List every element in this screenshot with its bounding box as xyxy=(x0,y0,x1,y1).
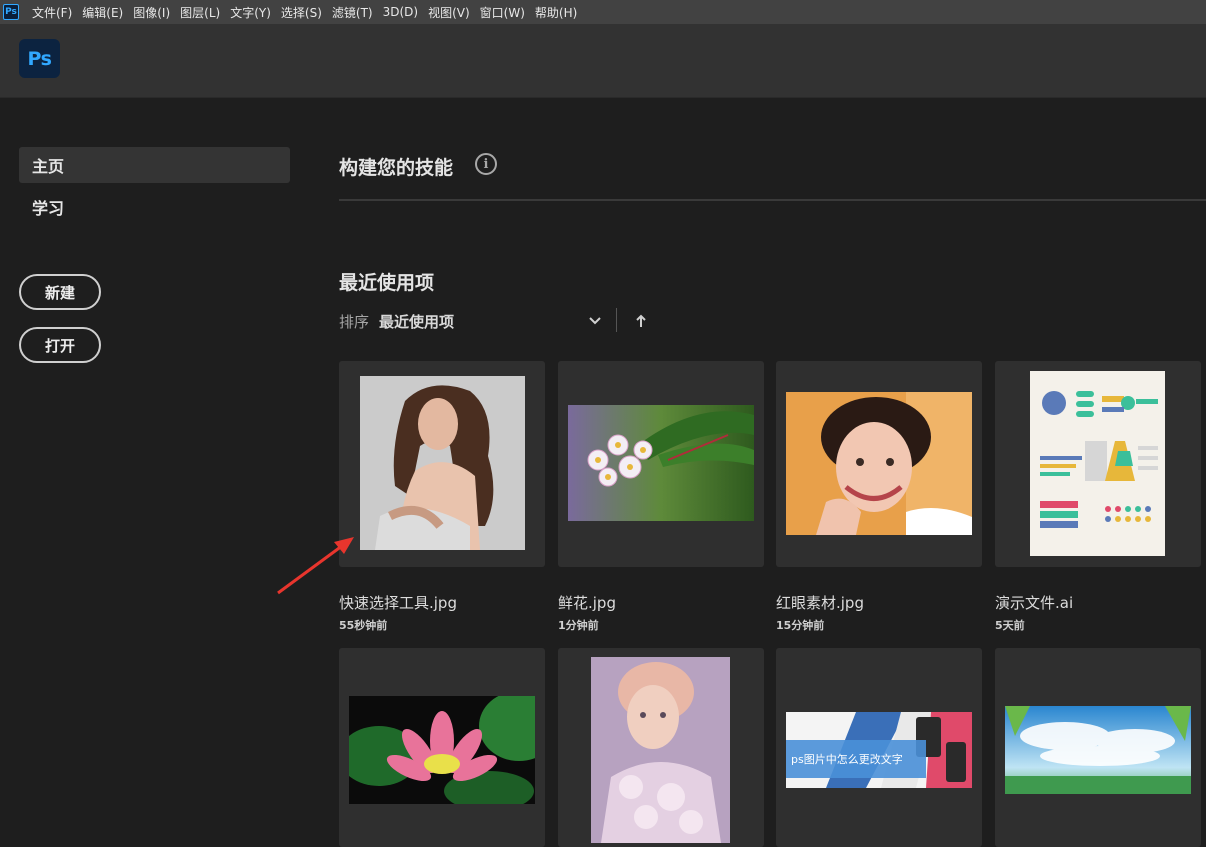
menu-filter[interactable]: 滤镜(T) xyxy=(327,4,378,21)
menu-3d[interactable]: 3D(D) xyxy=(378,5,423,19)
thumbnail-lotus xyxy=(349,696,535,804)
home-header: Ps xyxy=(0,24,1206,98)
menu-help[interactable]: 帮助(H) xyxy=(530,4,582,21)
open-button[interactable]: 打开 xyxy=(19,327,101,363)
recent-file-time: 5天前 xyxy=(995,619,1025,632)
photoshop-app-icon[interactable]: Ps xyxy=(3,4,19,20)
menu-image[interactable]: 图像(I) xyxy=(128,4,175,21)
section-divider xyxy=(339,199,1206,201)
recent-file-time: 55秒钟前 xyxy=(339,619,388,632)
sort-row: 排序 最近使用项 xyxy=(339,310,454,332)
menu-select[interactable]: 选择(S) xyxy=(276,4,327,21)
recent-file-name[interactable]: 演示文件.ai xyxy=(995,592,1073,613)
recent-file-card[interactable]: ps图片中怎么更改文字 xyxy=(776,648,982,847)
photoshop-logo: Ps xyxy=(19,39,60,78)
thumbnail-infographic xyxy=(1030,371,1165,556)
thumbnail-sky-landscape xyxy=(1005,706,1191,794)
recent-file-name[interactable]: 红眼素材.jpg xyxy=(776,592,864,613)
sort-direction-arrow-up-icon[interactable] xyxy=(635,314,647,328)
recent-file-card[interactable] xyxy=(339,648,545,847)
recent-file-card[interactable] xyxy=(995,648,1201,847)
sort-label: 排序 xyxy=(339,312,370,331)
recent-file-card[interactable] xyxy=(776,361,982,567)
recent-file-name[interactable]: 鲜花.jpg xyxy=(558,592,616,613)
recent-file-card[interactable] xyxy=(558,361,764,567)
banner-text: ps图片中怎么更改文字 xyxy=(791,753,903,766)
info-icon[interactable]: i xyxy=(475,153,497,175)
recent-title: 最近使用项 xyxy=(339,272,435,294)
home-main: 构建您的技能 i 最近使用项 排序 最近使用项 快速选择工具.jpg 55秒钟前… xyxy=(310,98,1206,847)
sidebar-item-home[interactable]: 主页 xyxy=(19,147,290,183)
menu-file[interactable]: 文件(F) xyxy=(27,4,77,21)
thumbnail-phone-banner: ps图片中怎么更改文字 xyxy=(786,712,972,788)
chevron-down-icon[interactable] xyxy=(587,313,603,329)
thumbnail-flower xyxy=(568,405,754,521)
recent-file-card[interactable] xyxy=(339,361,545,567)
sort-dropdown-value[interactable]: 最近使用项 xyxy=(379,311,454,332)
sort-separator xyxy=(616,308,617,332)
menu-type[interactable]: 文字(Y) xyxy=(225,4,276,21)
thumbnail-smiling-woman xyxy=(786,392,972,535)
home-sidebar: 主页 学习 新建 打开 xyxy=(0,98,310,847)
recent-file-card[interactable] xyxy=(995,361,1201,567)
sidebar-item-learn[interactable]: 学习 xyxy=(19,189,290,225)
menubar: Ps 文件(F) 编辑(E) 图像(I) 图层(L) 文字(Y) 选择(S) 滤… xyxy=(0,0,1206,24)
recent-file-card[interactable] xyxy=(558,648,764,847)
recent-file-time: 1分钟前 xyxy=(558,619,599,632)
new-button[interactable]: 新建 xyxy=(19,274,101,310)
menu-view[interactable]: 视图(V) xyxy=(423,4,475,21)
menu-window[interactable]: 窗口(W) xyxy=(475,4,530,21)
thumbnail-painted-portrait xyxy=(591,657,730,843)
annotation-arrow-icon xyxy=(277,537,354,595)
skills-title: 构建您的技能 xyxy=(339,157,454,179)
recent-file-time: 15分钟前 xyxy=(776,619,825,632)
menu-layer[interactable]: 图层(L) xyxy=(175,4,225,21)
menu-edit[interactable]: 编辑(E) xyxy=(77,4,128,21)
thumbnail-woman-portrait xyxy=(360,376,525,550)
